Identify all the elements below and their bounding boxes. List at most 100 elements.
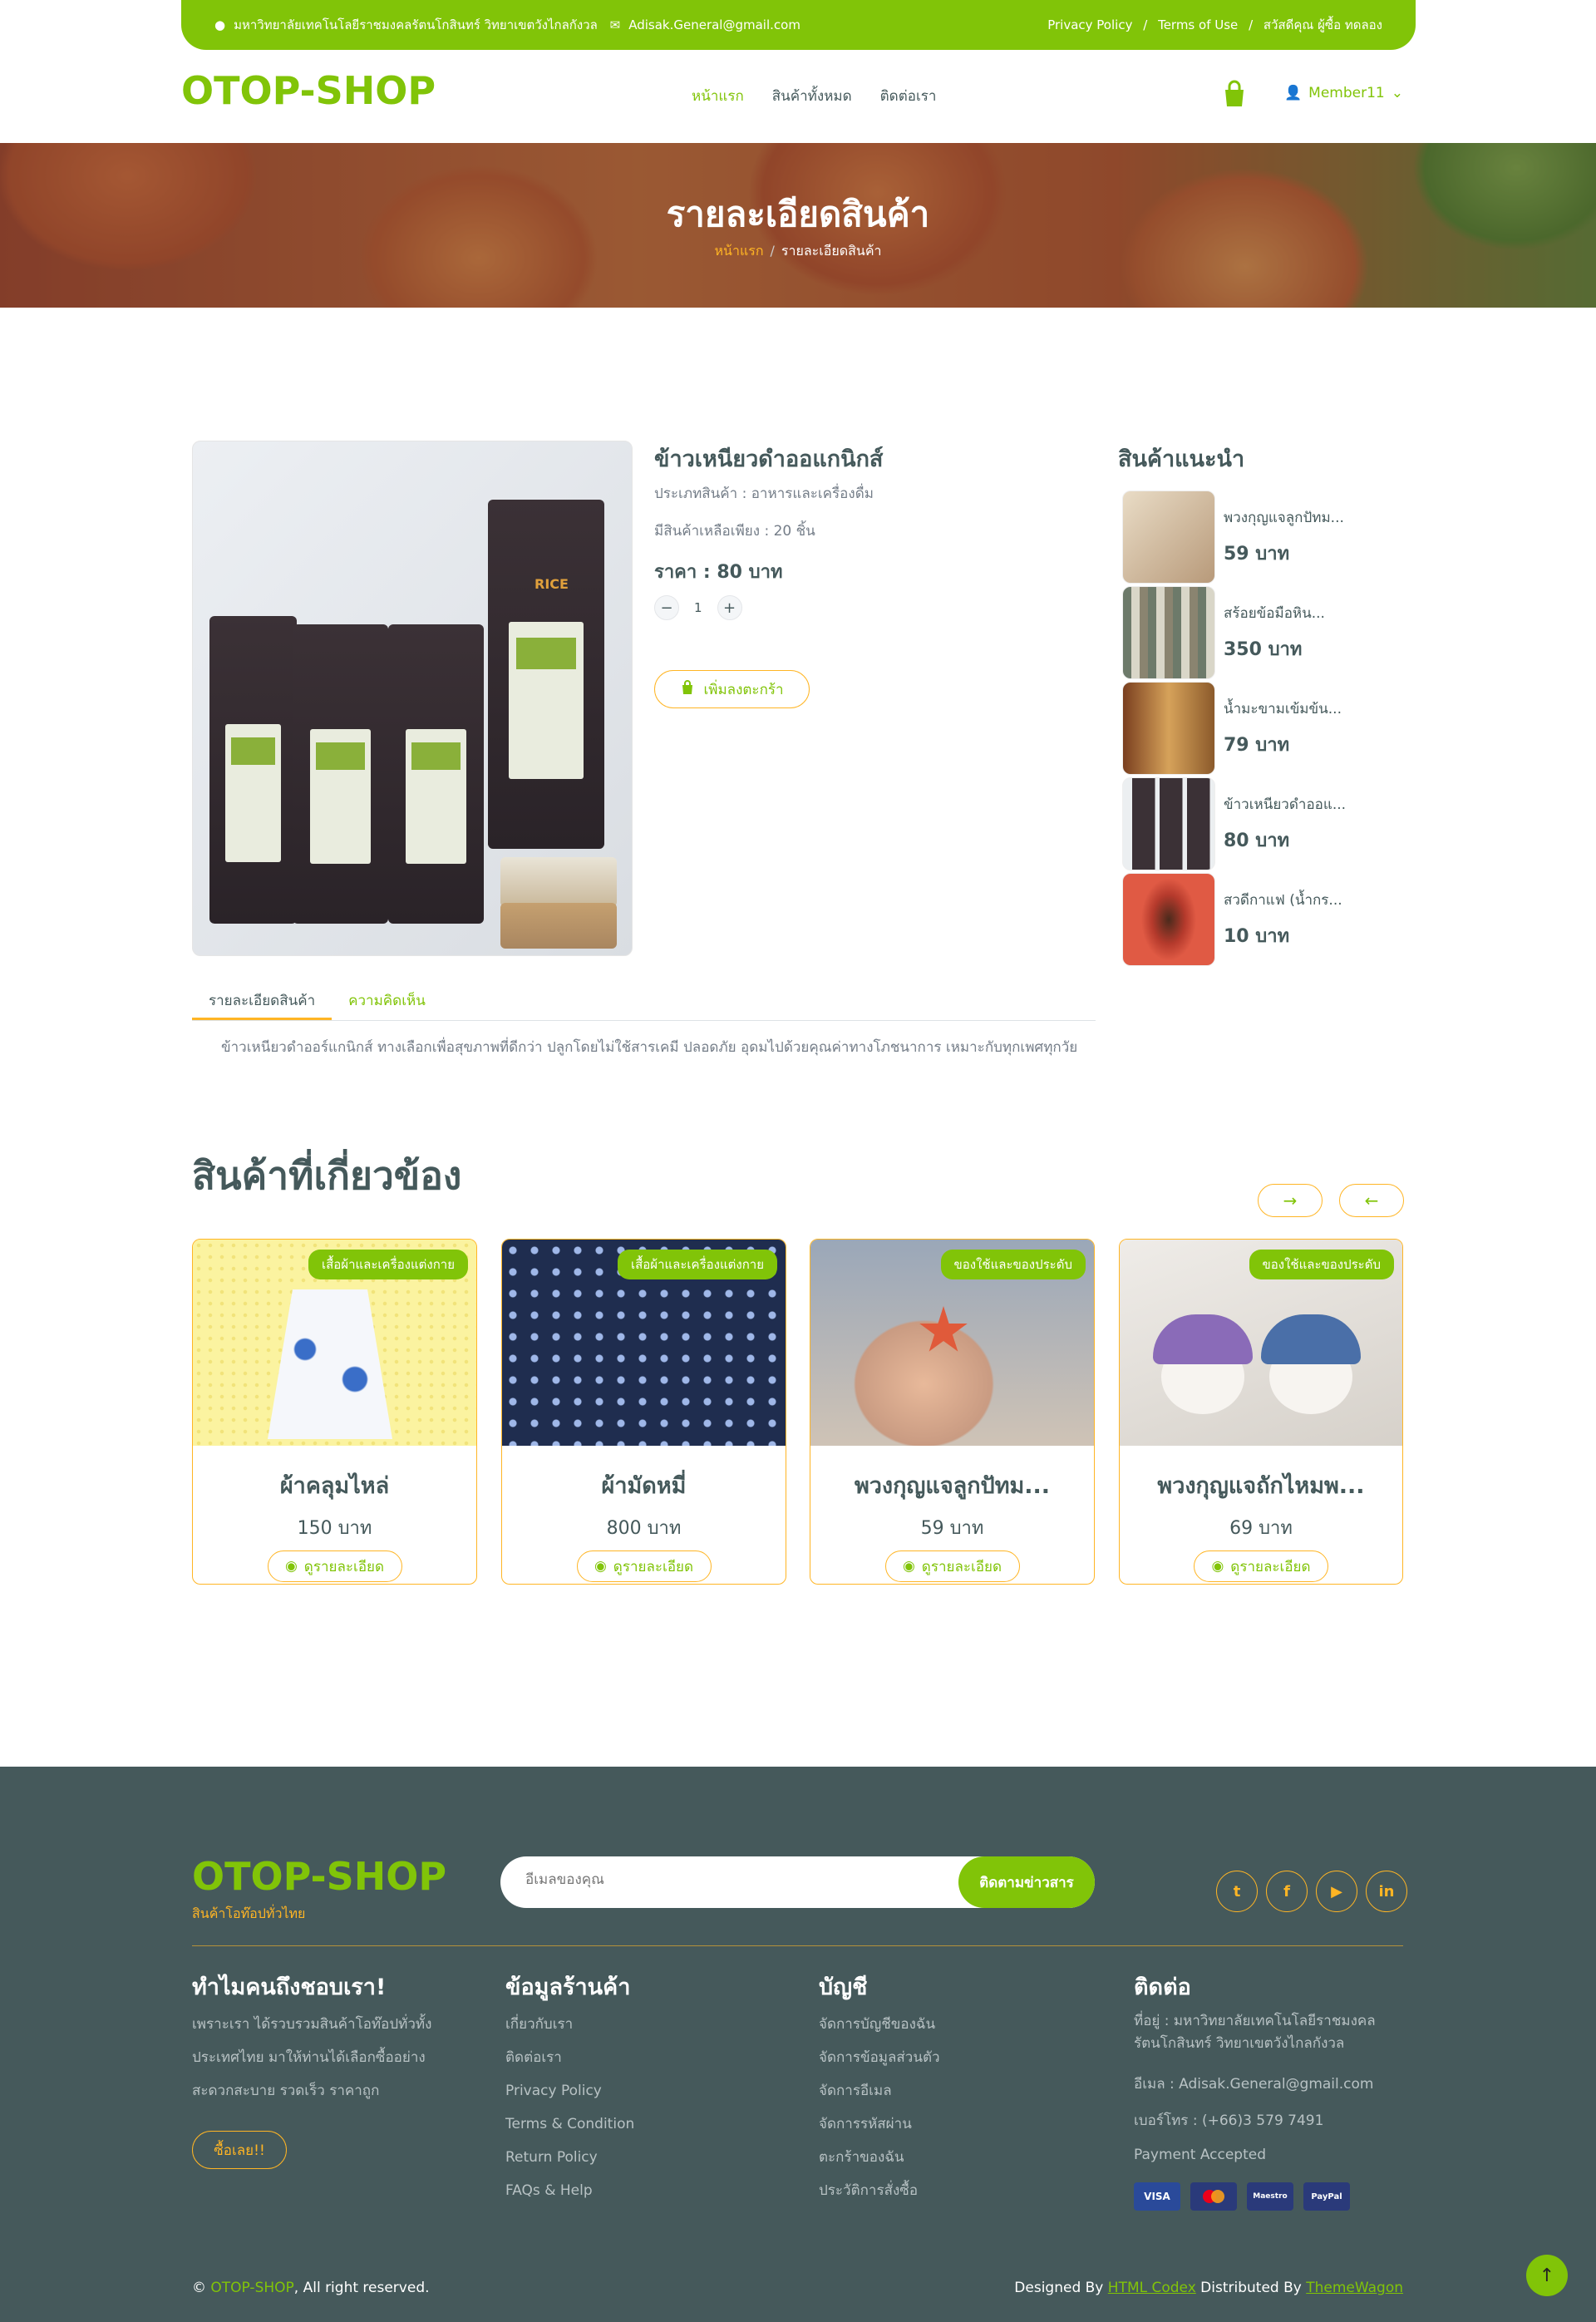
back-to-top-button[interactable]: ↑ <box>1526 2255 1568 2296</box>
related-name: ผ้ามัดหมี่ <box>601 1473 687 1499</box>
recommended-item[interactable]: ข้าวเหนียวดำออแ... 80 บาท <box>1122 777 1421 870</box>
carousel-prev-button[interactable]: ← <box>1339 1184 1404 1217</box>
footer-link-cart[interactable]: ตะกร้าของฉัน <box>819 2141 940 2174</box>
footer-link-contact[interactable]: ติดต่อเรา <box>505 2041 634 2074</box>
distributor-link[interactable]: ThemeWagon <box>1306 2280 1403 2296</box>
payment-label: Payment Accepted <box>1134 2147 1267 2163</box>
top-address: มหาวิทยาลัยเทคโนโลยีราชมงคลรัตนโกสินทร์ … <box>234 17 598 32</box>
chevron-down-icon: ⌄ <box>1391 85 1403 101</box>
footer-link-about[interactable]: เกี่ยวกับเรา <box>505 2008 634 2041</box>
footer-link-faq[interactable]: FAQs & Help <box>505 2174 634 2207</box>
footer-link-orders[interactable]: ประวัติการสั่งซื้อ <box>819 2174 940 2207</box>
copyright-brand[interactable]: OTOP-SHOP <box>210 2280 293 2296</box>
social-links: t f ▶ in <box>1216 1871 1407 1912</box>
related-card[interactable]: เสื้อผ้าและเครื่องแต่งกาย ผ้ามัดหมี่ 800… <box>501 1239 786 1585</box>
nav-all-products[interactable]: สินค้าทั้งหมด <box>772 85 852 107</box>
tab-reviews[interactable]: ความคิดเห็น <box>332 983 442 1020</box>
related-card[interactable]: เสื้อผ้าและเครื่องแต่งกาย ผ้าคลุมไหล่ 15… <box>192 1239 477 1585</box>
product-category: ประเภทสินค้า : อาหารและเครื่องดื่ม <box>654 486 874 502</box>
recommended-thumb <box>1122 586 1215 679</box>
view-details-button[interactable]: ◉ ดูรายละเอียด <box>267 1550 402 1582</box>
member-name: Member11 <box>1308 85 1385 101</box>
plush-hat <box>1261 1314 1361 1364</box>
view-details-button[interactable]: ◉ ดูรายละเอียด <box>1194 1550 1328 1582</box>
qty-minus-button[interactable]: − <box>654 595 679 620</box>
related-card[interactable]: ของใช้และของประดับ พวงกุญแจลูกปัทม... 59… <box>810 1239 1095 1585</box>
view-details-button[interactable]: ◉ ดูรายละเอียด <box>884 1550 1020 1582</box>
tab-detail[interactable]: รายละเอียดสินค้า <box>192 983 332 1020</box>
nav-contact[interactable]: ติดต่อเรา <box>880 85 937 107</box>
rice-bag <box>209 616 297 924</box>
subscribe-button[interactable]: ติดตามข่าวสาร <box>958 1856 1095 1908</box>
related-card[interactable]: ของใช้และของประดับ พวงกุญแจถักไหมพ... 69… <box>1119 1239 1403 1585</box>
recommended-item[interactable]: สวดีกาแฟ (น้ำกร... 10 บาท <box>1122 873 1421 966</box>
product-description: ข้าวเหนียวดำออร์แกนิกส์ ทางเลือกเพื่อสุข… <box>221 1039 1078 1056</box>
related-price: 150 บาท <box>297 1518 372 1539</box>
footer-link-profile[interactable]: จัดการข้อมูลส่วนตัว <box>819 2041 940 2074</box>
shopping-bag-icon[interactable] <box>1220 80 1249 108</box>
contact-address: ที่อยู่ : มหาวิทยาลัยเทคโนโลยีราชมงคล รั… <box>1134 2010 1376 2055</box>
qty-value[interactable]: 1 <box>694 600 702 615</box>
terms-link[interactable]: Terms of Use <box>1158 17 1238 32</box>
footer-link-terms[interactable]: Terms & Condition <box>505 2108 634 2141</box>
footer-link-password[interactable]: จัดการรหัสผ่าน <box>819 2108 940 2141</box>
rice-bag-white <box>500 857 617 907</box>
footer-link-my-account[interactable]: จัดการบัญชีของฉัน <box>819 2008 940 2041</box>
footer-link-email[interactable]: จัดการอีเมล <box>819 2074 940 2108</box>
buy-now-button[interactable]: ซื้อเลย!! <box>192 2131 287 2169</box>
add-to-cart-button[interactable]: เพิ่มลงตะกร้า <box>654 670 810 708</box>
newsletter-email-input[interactable] <box>525 1871 941 1888</box>
rice-bag <box>293 624 388 924</box>
credits: Designed By HTML Codex Distributed By Th… <box>1001 2280 1403 2296</box>
top-contact: ● มหาวิทยาลัยเทคโนโลยีราชมงคลรัตนโกสินทร์… <box>214 15 809 35</box>
breadcrumb-home[interactable]: หน้าแรก <box>714 243 763 259</box>
footer-logo[interactable]: OTOP-SHOP <box>192 1854 446 1899</box>
nav-home[interactable]: หน้าแรก <box>692 85 744 107</box>
recommended-item[interactable]: น้ำมะขามเข้มข้น... 79 บาท <box>1122 682 1421 775</box>
scarf-shape <box>268 1289 392 1439</box>
footer-link-return[interactable]: Return Policy <box>505 2141 634 2174</box>
view-details-label: ดูรายละเอียด <box>303 1558 385 1575</box>
rice-bag <box>388 624 484 924</box>
recommended-item[interactable]: สร้อยข้อมือหิน... 350 บาท <box>1122 586 1421 679</box>
privacy-link[interactable]: Privacy Policy <box>1047 17 1132 32</box>
related-image: ของใช้และของประดับ <box>1120 1240 1402 1446</box>
recommended-item[interactable]: พวงกุญแจลูกปัทม... 59 บาท <box>1122 491 1421 584</box>
rice-bag: RICE <box>488 500 604 849</box>
youtube-icon[interactable]: ▶ <box>1316 1871 1357 1912</box>
newsletter-form: ติดตามข่าวสาร <box>500 1856 1095 1908</box>
beaded-star <box>919 1306 968 1352</box>
designer-link[interactable]: HTML Codex <box>1108 2280 1196 2296</box>
footer-link-privacy[interactable]: Privacy Policy <box>505 2074 634 2108</box>
related-title: สินค้าที่เกี่ยวข้อง <box>192 1153 462 1198</box>
recommended-price: 350 บาท <box>1224 639 1303 660</box>
location-icon: ● <box>214 17 226 32</box>
related-image: เสื้อผ้าและเครื่องแต่งกาย <box>502 1240 786 1446</box>
qty-plus-button[interactable]: + <box>717 595 742 620</box>
address-line: รัตนโกสินทร์ วิทยาเขตวังไกลกังวล <box>1134 2035 1345 2052</box>
related-name: พวงกุญแจถักไหมพ... <box>1157 1473 1365 1499</box>
product-price: ราคา : 80 บาท <box>654 562 783 583</box>
footer-tagline: สินค้าโอท๊อปทั่วไทย <box>192 1905 306 1921</box>
top-email: Adisak.General@gmail.com <box>628 17 800 32</box>
carousel-next-button[interactable]: → <box>1258 1184 1323 1217</box>
copyright: © OTOP-SHOP, All right reserved. <box>192 2280 430 2296</box>
view-details-label: ดูรายละเอียด <box>921 1558 1002 1575</box>
page-title: รายละเอียดสินค้า <box>666 194 930 234</box>
product-stock: มีสินค้าเหลือเพียง : 20 ชิ้น <box>654 523 815 540</box>
recommended-name: น้ำมะขามเข้มข้น... <box>1224 701 1342 717</box>
eye-icon: ◉ <box>284 1558 298 1575</box>
recommended-price: 10 บาท <box>1224 926 1290 947</box>
greeting-link[interactable]: สวัสดีคุณ ผู้ซื้อ ทดลอง <box>1264 17 1382 32</box>
view-details-button[interactable]: ◉ ดูรายละเอียด <box>576 1550 712 1582</box>
related-price: 59 บาท <box>920 1518 984 1539</box>
member-menu[interactable]: 👤 Member11 ⌄ <box>1284 85 1403 101</box>
twitter-icon[interactable]: t <box>1216 1871 1258 1912</box>
shop-links: เกี่ยวกับเรา ติดต่อเรา Privacy Policy Te… <box>505 2008 634 2207</box>
rice-label-text: RICE <box>534 576 569 593</box>
shop-info-title: ข้อมูลร้านค้า <box>505 1974 631 2000</box>
linkedin-icon[interactable]: in <box>1366 1871 1407 1912</box>
bag-icon <box>680 679 695 699</box>
site-logo[interactable]: OTOP-SHOP <box>181 68 436 113</box>
facebook-icon[interactable]: f <box>1266 1871 1308 1912</box>
